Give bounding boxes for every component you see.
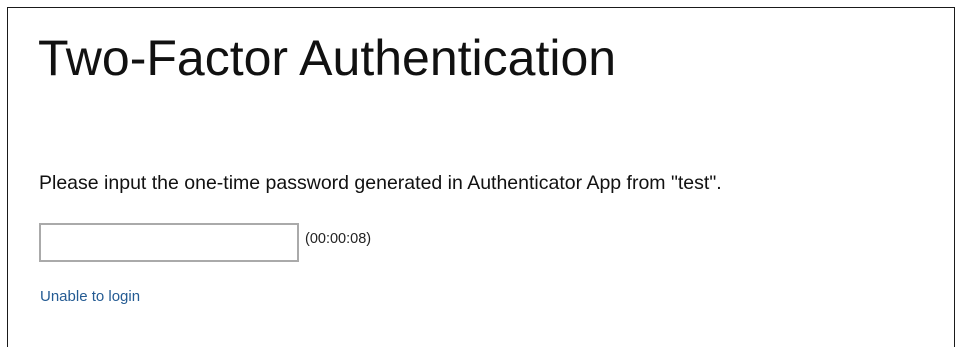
otp-input[interactable] bbox=[39, 223, 299, 262]
otp-timer: (00:00:08) bbox=[305, 230, 372, 247]
unable-to-login-link[interactable]: Unable to login bbox=[40, 288, 140, 305]
page-title: Two-Factor Authentication bbox=[38, 30, 617, 86]
otp-row: (00:00:08) bbox=[39, 223, 371, 262]
otp-instruction: Please input the one-time password gener… bbox=[39, 172, 722, 194]
